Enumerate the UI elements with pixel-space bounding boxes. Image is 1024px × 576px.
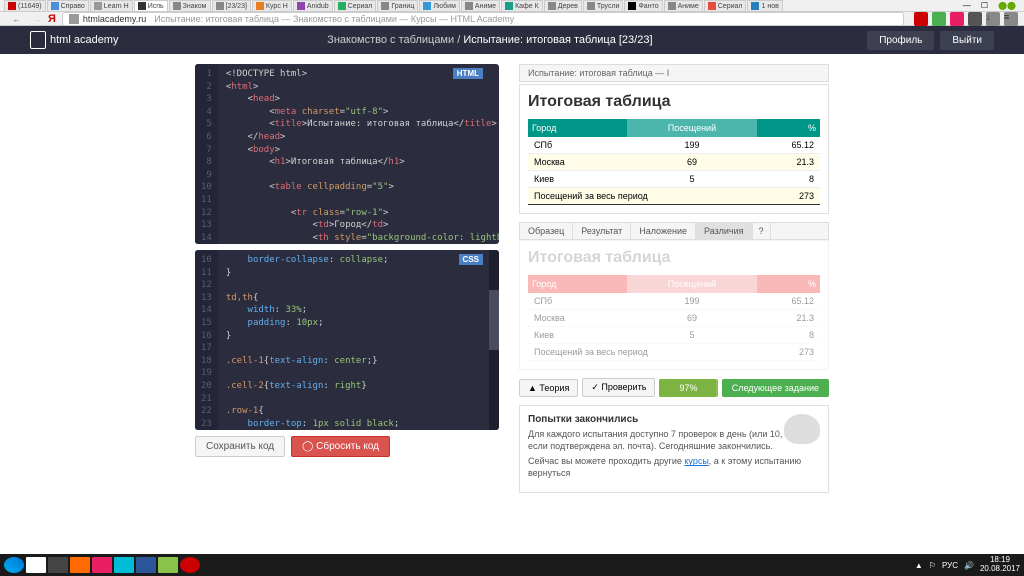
browser-tab[interactable]: [23/23] xyxy=(212,0,251,11)
downloads-icon[interactable]: ↓ xyxy=(986,12,1000,26)
browser-tab-strip: (11649) Справо Learn H Испь Знаком [23/2… xyxy=(0,0,1024,12)
check-button[interactable]: ✓ Проверить xyxy=(582,378,655,397)
tab-diff[interactable]: Различия xyxy=(696,223,753,239)
logo[interactable]: html academy xyxy=(30,31,118,49)
preview-tab[interactable]: Испытание: итоговая таблица — I xyxy=(519,64,829,82)
forward-icon[interactable]: → xyxy=(27,14,48,24)
table-row: Москва6921.3 xyxy=(528,154,820,171)
info-text: Для каждого испытания доступно 7 проверо… xyxy=(528,429,820,452)
browser-tab[interactable]: Аниме xyxy=(461,0,500,11)
browser-tab[interactable]: Сериал xyxy=(704,0,747,11)
html-editor[interactable]: HTML 1234567891011121314151617 <!DOCTYPE… xyxy=(195,64,499,244)
table-row: СПб19965.12 xyxy=(528,137,820,154)
preview-panel: Итоговая таблица ГородПосещений% СПб1996… xyxy=(519,84,829,214)
browser-tab-active[interactable]: Испь xyxy=(134,0,168,11)
browser-tab[interactable]: (11649) xyxy=(4,0,46,11)
tab-overlay[interactable]: Наложение xyxy=(631,223,696,239)
task-icon[interactable] xyxy=(158,557,178,573)
logout-button[interactable]: Выйти xyxy=(940,31,994,50)
task-icon[interactable] xyxy=(114,557,134,573)
theory-button[interactable]: ▲ Теория xyxy=(519,379,578,397)
url-page-title: Испытание: итоговая таблица — Знакомство… xyxy=(154,14,514,24)
browser-tab[interactable]: Дерев xyxy=(544,0,582,11)
shield-icon xyxy=(30,31,46,49)
code-css[interactable]: border-collapse: collapse; } td,th{ widt… xyxy=(218,250,489,430)
tab-help[interactable]: ? xyxy=(753,223,771,239)
css-badge: CSS xyxy=(459,254,483,265)
maximize-icon[interactable]: ☐ xyxy=(977,1,992,10)
close-icon[interactable]: ⬤⬤ xyxy=(994,1,1020,10)
browser-tab[interactable]: 1 нов xyxy=(747,0,782,11)
preview-title: Итоговая таблица xyxy=(528,93,820,111)
browser-tab[interactable]: Границ xyxy=(377,0,418,11)
extension-icon[interactable] xyxy=(914,12,928,26)
line-numbers: 10111213141516171819202122232425262728 xyxy=(195,250,218,430)
lock-icon xyxy=(69,14,79,24)
tray-icon[interactable]: ⚐ xyxy=(929,561,936,570)
tab-sample[interactable]: Образец xyxy=(520,223,573,239)
extension-icon[interactable] xyxy=(968,12,982,26)
info-text: Сейчас вы можете проходить другие курсы,… xyxy=(528,456,820,479)
yandex-icon[interactable]: Я xyxy=(48,13,56,25)
taskbar: ▲ ⚐ РУС 🔊 18:19 20.08.2017 xyxy=(0,554,1024,576)
task-icon[interactable] xyxy=(92,557,112,573)
tray-icon[interactable]: ▲ xyxy=(915,561,923,570)
html-badge: HTML xyxy=(453,68,483,79)
result-tabs: Образец Результат Наложение Различия ? xyxy=(519,222,829,240)
profile-button[interactable]: Профиль xyxy=(867,31,934,50)
next-task-button[interactable]: Следующее задание xyxy=(722,379,829,397)
extension-icon[interactable] xyxy=(950,12,964,26)
diff-panel: Итоговая таблица ГородПосещений% СПб1996… xyxy=(519,240,829,370)
browser-tab[interactable]: Трусли xyxy=(583,0,624,11)
tab-result[interactable]: Результат xyxy=(573,223,631,239)
task-icon[interactable] xyxy=(180,557,200,573)
result-table: ГородПосещений% СПб19965.12 Москва6921.3… xyxy=(528,119,820,205)
browser-tab[interactable]: Знаком xyxy=(169,0,211,11)
browser-tab[interactable]: Курс H xyxy=(252,0,292,11)
code-html[interactable]: <!DOCTYPE html> <html> <head> <meta char… xyxy=(218,64,499,244)
reset-code-button[interactable]: ◯ Сбросить код xyxy=(291,436,390,457)
site-header: html academy Знакомство с таблицами / Ис… xyxy=(0,26,1024,54)
browser-tab[interactable]: Любим xyxy=(419,0,460,11)
cat-icon xyxy=(784,414,820,444)
browser-tab[interactable]: Фанто xyxy=(624,0,662,11)
address-bar: ← → Я htmlacademy.ru Испытание: итоговая… xyxy=(0,12,1024,26)
minimize-icon[interactable]: — xyxy=(959,1,975,10)
start-icon[interactable] xyxy=(4,557,24,573)
tray-icon[interactable]: 🔊 xyxy=(964,561,974,570)
browser-tab[interactable]: Справо xyxy=(47,0,89,11)
url-input[interactable]: htmlacademy.ru Испытание: итоговая табли… xyxy=(62,12,904,26)
task-icon[interactable] xyxy=(26,557,46,573)
back-icon[interactable]: ← xyxy=(6,14,27,24)
breadcrumb: Знакомство с таблицами / Испытание: итог… xyxy=(118,34,861,46)
browser-tab[interactable]: Сериал xyxy=(334,0,377,11)
url-host: htmlacademy.ru xyxy=(83,14,146,24)
courses-link[interactable]: курсы xyxy=(684,456,708,466)
progress-bar: 97% xyxy=(659,379,717,397)
task-icon[interactable] xyxy=(70,557,90,573)
table-row: Посещений за весь период273 xyxy=(528,188,820,205)
extension-icon[interactable] xyxy=(932,12,946,26)
breadcrumb-current: Испытание: итоговая таблица [23/23] xyxy=(463,34,652,46)
browser-tab[interactable]: Кафе К xyxy=(501,0,543,11)
browser-tab[interactable]: Аниме xyxy=(664,0,703,11)
browser-tab[interactable]: Learn H xyxy=(90,0,133,11)
css-editor[interactable]: CSS 101112131415161718192021222324252627… xyxy=(195,250,499,430)
scrollbar[interactable] xyxy=(489,250,499,430)
info-title: Попытки закончились xyxy=(528,414,820,425)
breadcrumb-section[interactable]: Знакомство с таблицами xyxy=(327,34,454,46)
line-numbers: 1234567891011121314151617 xyxy=(195,64,218,244)
clock[interactable]: 18:19 20.08.2017 xyxy=(980,556,1020,574)
task-icon[interactable] xyxy=(136,557,156,573)
info-panel: Попытки закончились Для каждого испытани… xyxy=(519,405,829,493)
task-icon[interactable] xyxy=(48,557,68,573)
browser-tab[interactable]: Anidub xyxy=(293,0,333,11)
bottom-bar: ▲ Теория ✓ Проверить 97% Следующее задан… xyxy=(519,378,829,397)
table-row: Киев58 xyxy=(528,171,820,188)
menu-icon[interactable]: ≡ xyxy=(1004,12,1018,26)
save-code-button[interactable]: Сохранить код xyxy=(195,436,285,457)
lang-indicator[interactable]: РУС xyxy=(942,561,958,570)
